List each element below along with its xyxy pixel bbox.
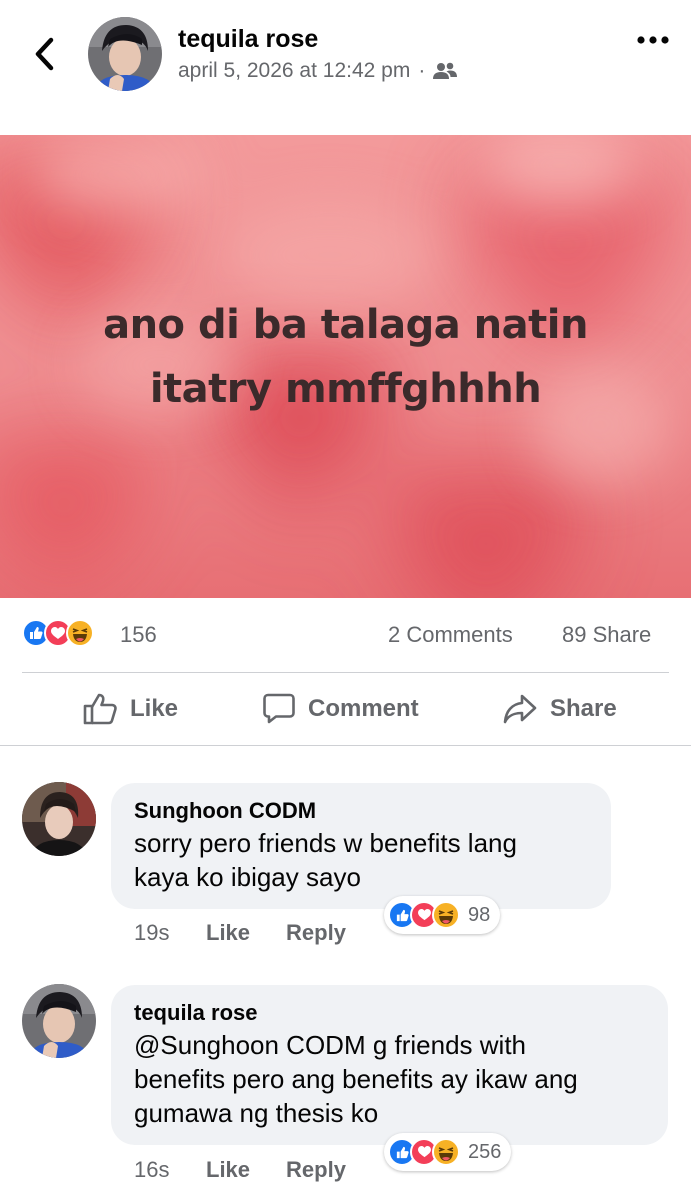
comment-reaction-count: 98 [468, 903, 491, 926]
more-options-button[interactable] [632, 26, 674, 54]
author-avatar[interactable] [88, 17, 162, 91]
like-button[interactable]: Like [82, 673, 178, 745]
comment-reaction-count: 256 [468, 1140, 502, 1163]
chevron-left-icon [35, 37, 54, 71]
comment-reply-link[interactable]: Reply [286, 1157, 346, 1183]
comment-text-line: gumawa ng thesis ko [134, 1098, 379, 1128]
thumbs-up-icon [83, 693, 117, 725]
like-label: Like [130, 695, 179, 722]
comment-text-line: benefits pero ang benefits ay ikaw ang [134, 1064, 578, 1094]
comment-time: 19s [134, 920, 170, 945]
reaction-count[interactable]: 156 [120, 622, 157, 648]
comment-reactions[interactable]: 98 [384, 896, 501, 934]
comment-reply-link[interactable]: Reply [286, 920, 346, 946]
comment-bubble-icon [263, 693, 295, 724]
comment-meta: 19s Like Reply [134, 920, 382, 946]
post-text: ano di ba talaga natin itatry mmffghhhh [0, 135, 691, 598]
post-meta: april 5, 2026 at 12:42 pm · [178, 59, 458, 83]
commenter-avatar[interactable] [22, 782, 96, 856]
reaction-icons[interactable] [22, 619, 94, 651]
post-text-line: itatry mmffghhhh [149, 365, 542, 412]
comment-text-line: @Sunghoon CODM g friends with [134, 1030, 527, 1060]
share-count[interactable]: 89 Share [562, 622, 651, 648]
author-name[interactable]: tequila rose [178, 25, 318, 54]
comment-text-line: kaya ko ibigay sayo [134, 862, 361, 892]
meta-separator: · [418, 59, 426, 82]
post-text-background: ano di ba talaga natin itatry mmffghhhh [0, 135, 691, 598]
comment-like-link[interactable]: Like [206, 920, 250, 946]
comment-author[interactable]: tequila rose [134, 998, 646, 1028]
comment-label: Comment [308, 695, 419, 722]
haha-reaction-icon [432, 1138, 460, 1166]
share-button[interactable]: Share [502, 673, 617, 745]
comment-text-line: sorry pero friends w benefits lang [134, 828, 517, 858]
more-dots-icon [637, 36, 669, 44]
comment-time: 16s [134, 1157, 170, 1182]
divider [0, 745, 691, 746]
post-timestamp[interactable]: april 5, 2026 at 12:42 pm [178, 59, 410, 83]
commenter-avatar[interactable] [22, 984, 96, 1058]
comment-author[interactable]: Sunghoon CODM [134, 796, 589, 826]
comment-button[interactable]: Comment [262, 673, 419, 745]
share-arrow-icon [503, 694, 537, 724]
share-label: Share [550, 695, 617, 722]
post-summary: 156 2 Comments 89 Share [0, 598, 691, 673]
comment-like-link[interactable]: Like [206, 1157, 250, 1183]
back-button[interactable] [26, 32, 62, 76]
comment-bubble[interactable]: Sunghoon CODM sorry pero friends w benef… [111, 783, 611, 909]
post-header: tequila rose april 5, 2026 at 12:42 pm · [0, 0, 691, 135]
comment-meta: 16s Like Reply [134, 1157, 382, 1183]
comment-bubble[interactable]: tequila rose @Sunghoon CODM g friends wi… [111, 985, 668, 1145]
post-text-line: ano di ba talaga natin [103, 301, 588, 348]
action-bar: Like Comment Share [0, 673, 691, 745]
haha-reaction-icon [66, 619, 94, 647]
comment-reactions[interactable]: 256 [384, 1133, 512, 1171]
haha-reaction-icon [432, 901, 460, 929]
comments-count[interactable]: 2 Comments [388, 622, 513, 648]
friends-icon [433, 62, 458, 79]
